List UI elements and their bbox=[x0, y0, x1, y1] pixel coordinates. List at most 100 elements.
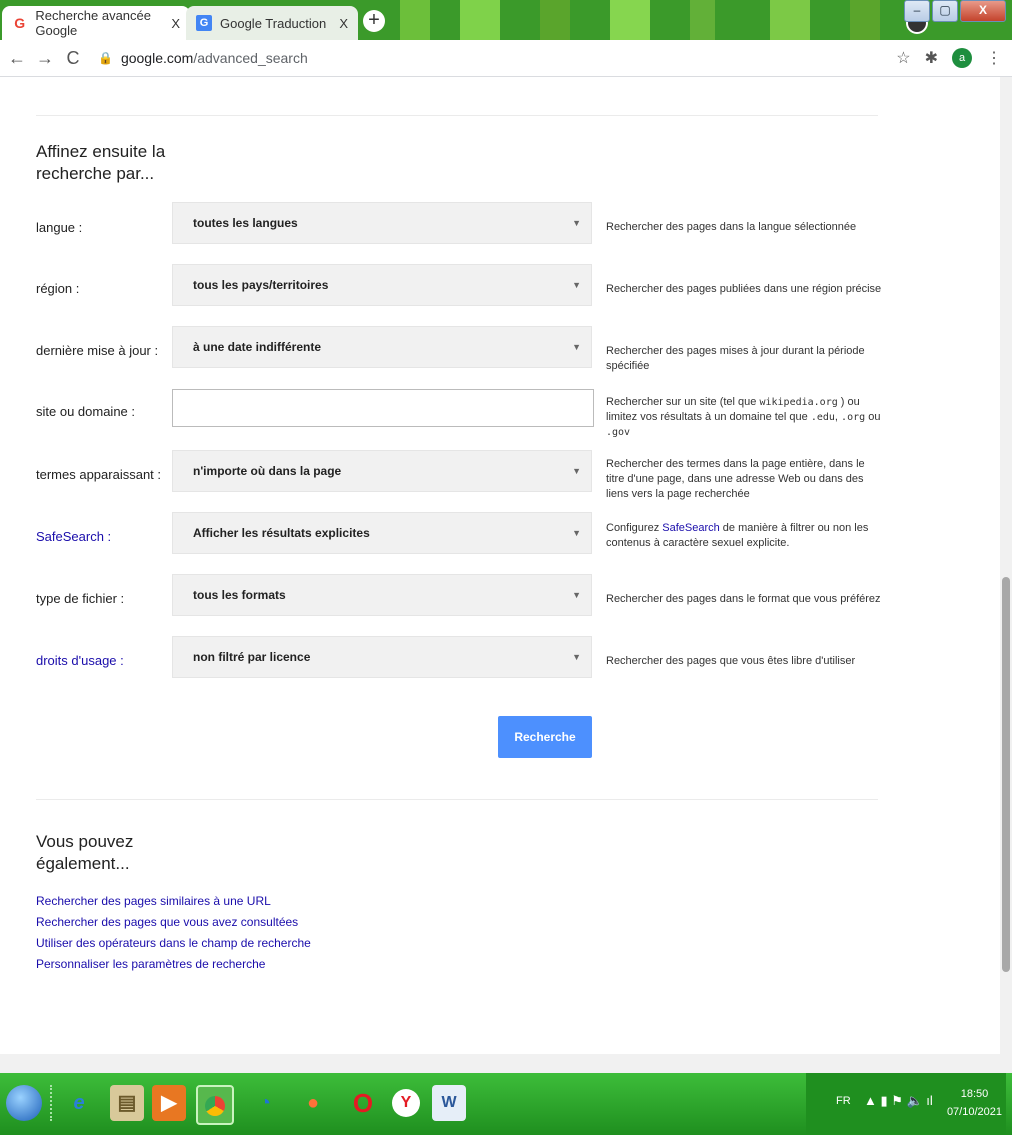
tab-strip: G Recherche avancée Google X G Google Tr… bbox=[0, 0, 1012, 40]
help-terms: Rechercher des termes dans la page entiè… bbox=[606, 458, 865, 500]
tray-icons[interactable]: ▲ ▮ ⚑ 🔈 ıl bbox=[864, 1093, 933, 1109]
yandex-icon[interactable]: Y bbox=[392, 1089, 420, 1117]
file-explorer-icon[interactable]: ▤ bbox=[110, 1085, 144, 1121]
help-file-type: Rechercher des pages dans le format que … bbox=[606, 593, 881, 605]
chrome-icon[interactable] bbox=[196, 1085, 234, 1125]
new-tab-button[interactable]: + bbox=[363, 10, 385, 32]
file-type-select[interactable]: tous les formats ▼ bbox=[172, 574, 592, 616]
help-usage-rights: Rechercher des pages que vous êtes libre… bbox=[606, 655, 856, 667]
firefox-icon[interactable]: ● bbox=[296, 1085, 330, 1121]
lock-icon[interactable]: 🔒 bbox=[98, 51, 113, 65]
divider bbox=[36, 115, 878, 116]
bookmark-star-icon[interactable]: ☆ bbox=[896, 48, 910, 68]
link-similar-pages[interactable]: Rechercher des pages similaires à une UR… bbox=[36, 894, 271, 908]
tab-google-translate[interactable]: G Google Traduction X bbox=[186, 6, 358, 40]
label-site-domain: site ou domaine : bbox=[36, 404, 136, 419]
translate-icon: G bbox=[196, 15, 212, 31]
help-language: Rechercher des pages dans la langue séle… bbox=[606, 221, 857, 233]
chevron-down-icon: ▼ bbox=[572, 528, 581, 538]
label-last-update: dernière mise à jour : bbox=[36, 343, 159, 358]
url-path: /advanced_search bbox=[193, 50, 308, 66]
extensions-puzzle-icon[interactable]: ✱ bbox=[925, 48, 938, 68]
page-content: Affinez ensuite la recherche par... lang… bbox=[0, 77, 1000, 1054]
help-safesearch: Configurez SafeSearch de manière à filtr… bbox=[606, 521, 886, 551]
chevron-down-icon: ▼ bbox=[572, 466, 581, 476]
last-update-select[interactable]: à une date indifférente ▼ bbox=[172, 326, 592, 368]
help-code: .edu bbox=[810, 412, 835, 423]
help-text: ou bbox=[865, 411, 881, 423]
terms-select[interactable]: n'importe où dans la page ▼ bbox=[172, 450, 592, 492]
minimize-button[interactable]: – bbox=[904, 0, 930, 22]
label-file-type: type de fichier : bbox=[36, 591, 125, 606]
menu-dots-icon[interactable]: ⋮ bbox=[986, 48, 1002, 68]
usage-rights-select-value: non filtré par licence bbox=[193, 650, 311, 664]
language-indicator[interactable]: FR bbox=[836, 1095, 851, 1107]
opera-icon[interactable]: O bbox=[346, 1085, 380, 1121]
safesearch-select[interactable]: Afficher les résultats explicites ▼ bbox=[172, 512, 592, 554]
system-tray: FR ▲ ▮ ⚑ 🔈 ıl 18:50 07/10/2021 bbox=[806, 1073, 1006, 1135]
back-icon[interactable]: ← bbox=[6, 48, 28, 69]
url-host: google.com bbox=[120, 50, 194, 66]
clock[interactable]: 18:50 07/10/2021 bbox=[947, 1085, 1002, 1121]
tab-title: Google Traduction bbox=[220, 15, 327, 31]
help-site-domain: Rechercher sur un site (tel que wikipedi… bbox=[606, 395, 886, 440]
link-operators[interactable]: Utiliser des opérateurs dans le champ de… bbox=[36, 936, 311, 950]
usage-rights-select[interactable]: non filtré par licence ▼ bbox=[172, 636, 592, 678]
advanced-search-button[interactable]: Recherche avancée bbox=[498, 716, 592, 786]
maximize-button[interactable]: ▢ bbox=[932, 0, 958, 22]
region-select-value: tous les pays/territoires bbox=[193, 278, 329, 292]
browser-swirl-icon[interactable]: ◔ bbox=[248, 1085, 282, 1121]
help-region: Rechercher des pages publiées dans une r… bbox=[606, 283, 882, 295]
safesearch-select-value: Afficher les résultats explicites bbox=[193, 526, 370, 540]
address-bar[interactable]: google.com/advanced_search bbox=[121, 50, 308, 66]
chevron-down-icon: ▼ bbox=[572, 280, 581, 290]
label-region: région : bbox=[36, 281, 80, 296]
language-select-value: toutes les langues bbox=[193, 216, 298, 230]
last-update-select-value: à une date indifférente bbox=[193, 340, 322, 354]
window-controls: – ▢ X bbox=[904, 0, 1006, 22]
internet-explorer-icon[interactable]: e bbox=[62, 1085, 96, 1121]
site-domain-input[interactable] bbox=[172, 389, 594, 427]
help-text: Rechercher sur un site (tel que bbox=[606, 396, 760, 408]
terms-select-value: n'importe où dans la page bbox=[193, 464, 342, 478]
google-g-icon: G bbox=[14, 15, 26, 31]
chevron-down-icon: ▼ bbox=[572, 590, 581, 600]
divider bbox=[36, 799, 878, 800]
language-select[interactable]: toutes les langues ▼ bbox=[172, 202, 592, 244]
safesearch-help-link[interactable]: SafeSearch bbox=[662, 522, 719, 534]
browser-toolbar: ← → C 🔒 google.com/advanced_search ☆ ✱ a… bbox=[0, 40, 1012, 77]
page-scrollbar[interactable] bbox=[1000, 77, 1012, 1054]
chevron-down-icon: ▼ bbox=[572, 218, 581, 228]
refine-title: Affinez ensuite la recherche par... bbox=[36, 142, 166, 183]
clock-time: 18:50 bbox=[960, 1088, 989, 1100]
taskbar-separator bbox=[50, 1085, 55, 1121]
chevron-down-icon: ▼ bbox=[572, 652, 581, 662]
reload-icon[interactable]: C bbox=[62, 48, 84, 69]
tab-close-icon[interactable]: X bbox=[171, 16, 180, 31]
tab-close-icon[interactable]: X bbox=[339, 16, 348, 31]
horizontal-scroll-area bbox=[0, 1054, 1012, 1073]
forward-icon[interactable]: → bbox=[34, 48, 56, 69]
link-preferences[interactable]: Personnaliser les paramètres de recherch… bbox=[36, 957, 265, 971]
tab-title: Recherche avancée Google bbox=[35, 8, 151, 38]
link-visited-pages[interactable]: Rechercher des pages que vous avez consu… bbox=[36, 915, 298, 929]
tab-advanced-search[interactable]: G Recherche avancée Google X bbox=[2, 6, 190, 40]
start-button[interactable] bbox=[6, 1085, 42, 1121]
scrollbar-thumb[interactable] bbox=[1002, 577, 1010, 972]
taskbar: e ▤ ▶ ◔ ● O Y W FR ▲ ▮ ⚑ 🔈 ıl 18:50 07/1… bbox=[0, 1073, 1012, 1135]
also-title: Vous pouvez également... bbox=[36, 832, 134, 873]
avatar[interactable]: a bbox=[952, 48, 972, 68]
file-type-select-value: tous les formats bbox=[193, 588, 286, 602]
help-code: .gov bbox=[606, 427, 631, 438]
help-text: Configurez bbox=[606, 522, 663, 534]
clock-date: 07/10/2021 bbox=[946, 1106, 1002, 1118]
label-terms: termes apparaissant : bbox=[36, 467, 162, 482]
region-select[interactable]: tous les pays/territoires ▼ bbox=[172, 264, 592, 306]
help-code: wikipedia.org bbox=[759, 397, 838, 408]
word-icon[interactable]: W bbox=[432, 1085, 466, 1121]
chevron-down-icon: ▼ bbox=[572, 342, 581, 352]
label-safesearch-link[interactable]: SafeSearch : bbox=[36, 529, 111, 544]
close-window-button[interactable]: X bbox=[960, 0, 1006, 22]
label-usage-rights-link[interactable]: droits d'usage : bbox=[36, 653, 124, 668]
media-player-icon[interactable]: ▶ bbox=[152, 1085, 186, 1121]
